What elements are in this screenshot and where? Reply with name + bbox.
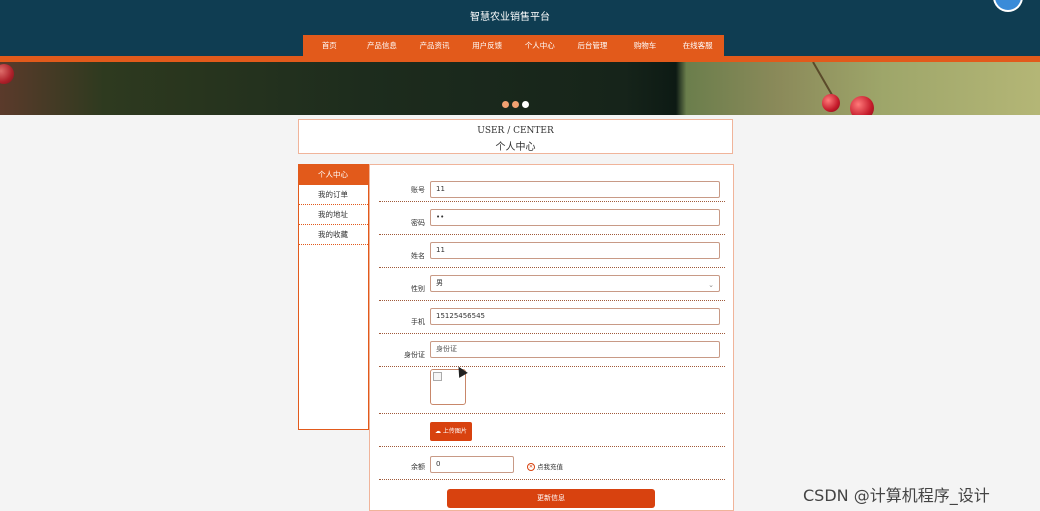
broken-image-icon <box>433 372 442 381</box>
balance-field[interactable]: 0 <box>430 456 514 473</box>
stem-decoration <box>812 62 833 96</box>
recharge-link[interactable]: ✕ 点我充值 <box>527 461 563 471</box>
recharge-label: 点我充值 <box>537 463 563 471</box>
nav-feedback[interactable]: 用户反馈 <box>461 35 514 57</box>
id-card-label: 身份证 <box>404 351 425 359</box>
form-row-balance: 余额 0 ✕ 点我充值 <box>379 447 725 480</box>
nav-user-center[interactable]: 个人中心 <box>514 35 567 57</box>
account-field[interactable]: 11 <box>430 181 720 198</box>
panel-title: USER / CENTER 个人中心 <box>298 119 733 154</box>
sidebar-item-address[interactable]: 我的地址 <box>299 205 368 225</box>
id-card-field[interactable]: 身份证 <box>430 341 720 358</box>
sidebar-item-favorites[interactable]: 我的收藏 <box>299 225 368 245</box>
carousel-dot[interactable] <box>512 101 519 108</box>
form-row-avatar <box>379 363 725 414</box>
nav-home[interactable]: 首页 <box>303 35 356 57</box>
password-label: 密码 <box>411 219 425 227</box>
form-row-name: 姓名 11 <box>379 235 725 268</box>
recharge-icon: ✕ <box>527 463 535 471</box>
nav-products[interactable]: 产品信息 <box>356 35 409 57</box>
main-nav: 首页 产品信息 产品资讯 用户反馈 个人中心 后台管理 购物车 在线客服 <box>303 35 724 57</box>
carousel-dots <box>502 101 529 108</box>
phone-field[interactable]: 15125456545 <box>430 308 720 325</box>
gender-select[interactable]: 男 ⌄ <box>430 275 720 292</box>
balance-label: 余额 <box>411 463 425 471</box>
nav-news[interactable]: 产品资讯 <box>408 35 461 57</box>
watermark: CSDN @计算机程序_设计 <box>803 486 990 505</box>
name-field[interactable]: 11 <box>430 242 720 259</box>
berry-decoration <box>822 94 840 112</box>
berry-decoration <box>850 96 874 115</box>
panel-title-en: USER / CENTER <box>477 126 554 136</box>
upload-image-label: 上传图片 <box>442 428 467 435</box>
update-info-button[interactable]: 更新信息 <box>447 489 655 508</box>
sidebar-item-orders[interactable]: 我的订单 <box>299 185 368 205</box>
upload-image-button[interactable]: ☁ 上传图片 <box>430 422 472 441</box>
form-row-phone: 手机 15125456545 <box>379 301 725 334</box>
gender-label: 性别 <box>411 285 425 293</box>
form-row-password: 密码 •• <box>379 202 725 235</box>
account-label: 账号 <box>411 186 425 194</box>
carousel-dot[interactable] <box>522 101 529 108</box>
user-sidebar: 个人中心 我的订单 我的地址 我的收藏 <box>298 164 369 430</box>
gender-value: 男 <box>436 279 443 287</box>
form-row-gender: 性别 男 ⌄ <box>379 268 725 301</box>
nav-admin[interactable]: 后台管理 <box>566 35 619 57</box>
password-field[interactable]: •• <box>430 209 720 226</box>
nav-cart[interactable]: 购物车 <box>619 35 672 57</box>
berry-decoration <box>0 64 14 84</box>
name-label: 姓名 <box>411 252 425 260</box>
hero-banner <box>0 62 1040 115</box>
sidebar-item-user-center[interactable]: 个人中心 <box>299 165 368 185</box>
carousel-dot[interactable] <box>502 101 509 108</box>
form-row-upload: ☁ 上传图片 <box>379 414 725 447</box>
profile-form: 账号 11 密码 •• 姓名 11 性别 男 ⌄ 手机 15125456545 … <box>369 164 734 511</box>
site-title: 智慧农业销售平台 <box>470 12 550 23</box>
nav-customer-service[interactable]: 在线客服 <box>671 35 724 57</box>
panel-title-cn: 个人中心 <box>495 142 536 153</box>
form-row-account: 账号 11 <box>379 169 725 202</box>
chevron-down-icon: ⌄ <box>708 281 714 289</box>
phone-label: 手机 <box>411 318 425 326</box>
